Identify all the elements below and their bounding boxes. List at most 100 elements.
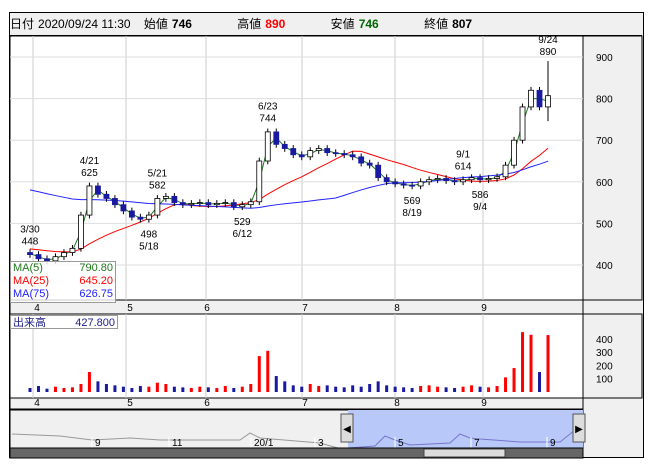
candle [519,106,526,141]
annotation-date: 6/12 [233,229,253,240]
month-label: 9 [481,398,487,409]
candle [264,131,271,162]
volume-bar [546,335,550,392]
annotation-value: 498 [141,229,158,240]
ma25-value: 645.20 [79,275,113,287]
volume-bar [87,372,91,392]
candle [171,195,178,204]
volume-bar [538,372,542,392]
volume-bar [113,385,117,392]
month-label: 9 [481,303,487,314]
candle [400,183,407,186]
candle [528,89,534,108]
candle [332,152,339,155]
volume-bar [504,377,508,392]
scrollbar-thumb[interactable] [423,448,506,458]
candle [502,164,509,178]
candle [307,150,314,158]
candle [61,252,67,258]
candle [434,178,441,181]
ma25-label: MA(25) [13,275,50,287]
volume-bar [45,388,49,392]
navigator-label: 7 [474,438,480,449]
volume-bar [189,388,193,392]
volume-bar [198,386,202,392]
volume-tick: 100 [596,375,613,386]
annotation-value: 529 [234,217,251,228]
navigator-label: 9 [95,438,101,449]
ma5-value: 790.80 [79,262,113,274]
volume-label: 出来高 [13,317,46,329]
volume-bar [130,388,134,392]
candle [383,177,390,183]
annotation-date: 5/21 [148,168,168,179]
volume-bar [478,386,482,392]
candle [222,202,229,205]
volume-bar [249,384,253,392]
candle [417,181,424,187]
candle [213,203,220,206]
candle [247,201,254,206]
candle [137,216,144,220]
annotation-date: 5/18 [139,241,159,252]
candle [290,148,297,156]
candle [230,202,237,208]
candle [120,204,127,212]
annotation-date: 6/23 [258,102,278,113]
volume-bar [470,385,474,392]
candle [358,156,365,164]
volume-bar [317,386,321,392]
volume-bar [529,334,533,392]
volume-bar [206,387,210,392]
candle [95,185,101,195]
volume-bar [181,387,185,392]
ma75-label: MA(75) [13,288,50,300]
volume-bar [351,385,355,392]
candle [324,148,331,154]
volume-bar [461,386,465,392]
month-label: 7 [302,303,308,314]
chevron-icon: ▶ [575,424,583,435]
candle [179,202,186,206]
volume-bar [419,386,423,392]
annotation-date: 3/30 [20,224,40,235]
candle [494,176,500,179]
candle [27,252,33,256]
price-tick: 400 [596,261,613,272]
volume-bar [172,386,176,392]
candle [315,148,322,152]
candle [78,214,84,249]
volume-bar [342,387,346,392]
volume-bar [385,385,389,392]
volume-bar [28,388,32,392]
volume-bar [487,387,491,392]
volume-bar [96,381,100,392]
candle [273,131,280,145]
annotation-date: 8/19 [402,208,422,219]
candle [375,164,382,179]
volume-bar [53,386,57,392]
volume-legend: 出来高 427.800 [10,315,118,329]
candle [366,162,373,166]
candle [196,202,203,205]
stock-chart: 4 4 5 5 6 6 7 7 8 8 9 9 900 800 700 600 500 400 400 300 200 1… [9,35,643,459]
month-label: 6 [204,398,210,409]
volume-bar [325,385,329,392]
annotation-date: 9/1 [456,150,470,161]
annotation-value: 614 [455,162,472,173]
annotation-value: 890 [540,47,557,58]
annotation-value: 569 [404,196,421,207]
candle [468,177,475,181]
candle [460,179,466,183]
annotation-value: 744 [259,114,276,125]
volume-date-axis [9,397,584,410]
candle [281,143,288,149]
volume-bar [240,386,244,392]
candle [154,198,161,216]
candle [35,254,42,260]
volume-bar [147,386,151,392]
volume-bar [36,386,40,392]
annotation-date: 9/24 [538,35,558,46]
volume-bar [79,384,83,392]
volume-bar [444,387,448,392]
